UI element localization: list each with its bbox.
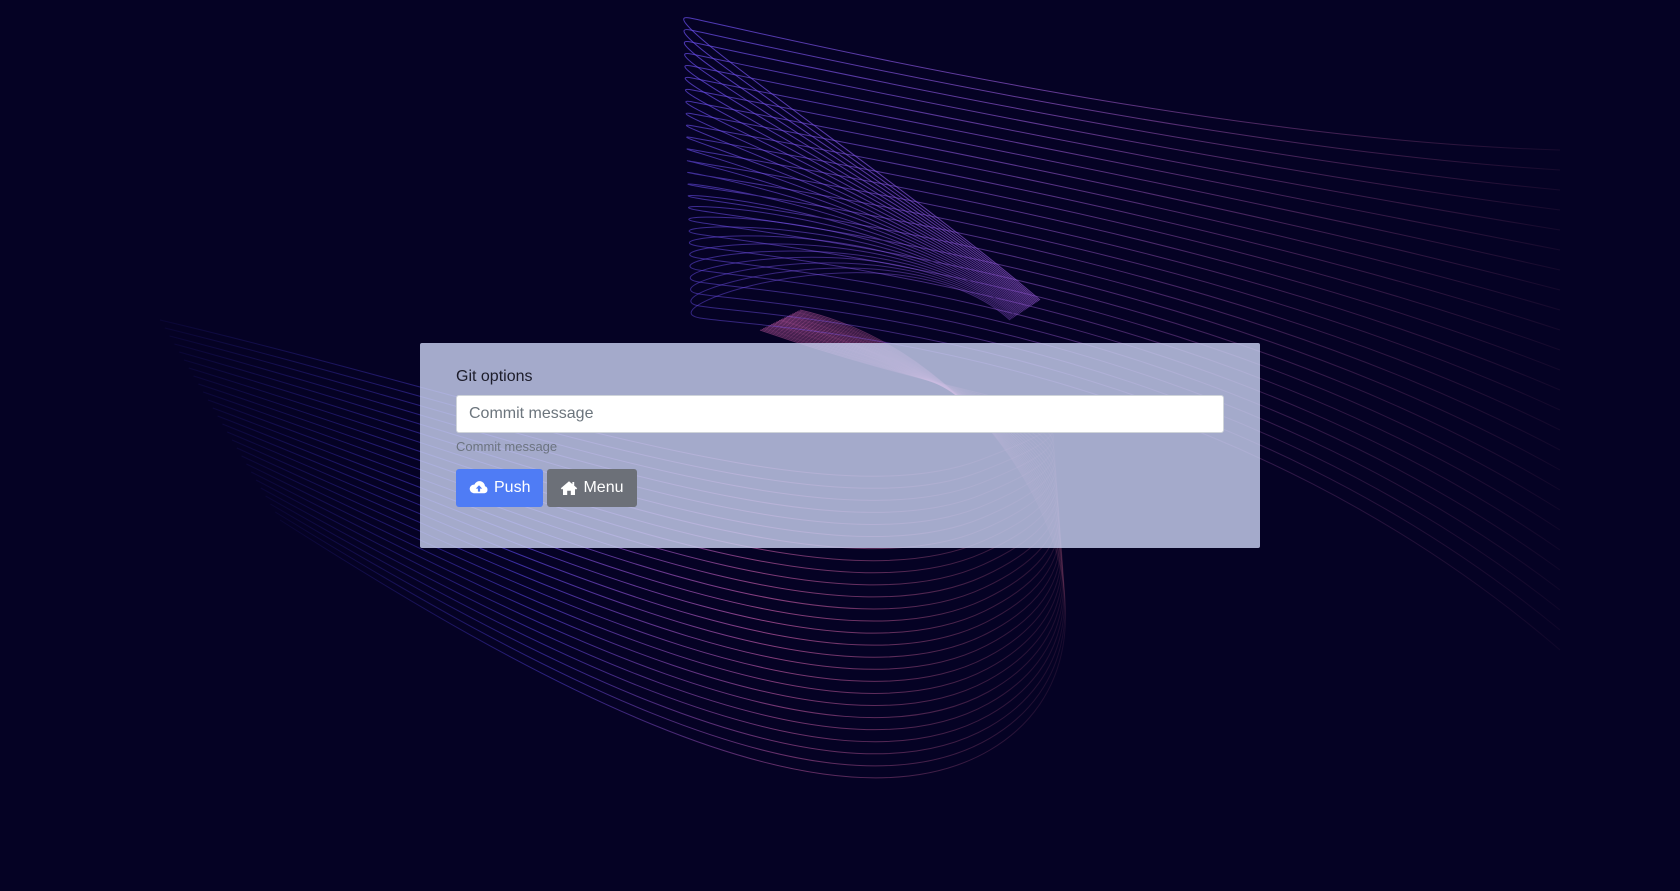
commit-message-help-text: Commit message	[456, 439, 558, 454]
panel-title: Git options	[456, 368, 533, 385]
commit-message-input[interactable]	[456, 395, 1224, 433]
wave-line	[684, 64, 1561, 304]
home-icon	[560, 480, 578, 496]
wave-line	[685, 88, 1561, 306]
upper-wave-lines	[683, 17, 1561, 651]
push-button[interactable]: Push	[456, 469, 544, 507]
git-options-panel: Git options Commit message Push	[420, 343, 1260, 548]
menu-button[interactable]: Menu	[547, 469, 637, 507]
action-buttons: Push Menu	[456, 469, 1224, 507]
wave-line	[685, 124, 1561, 331]
cloud-upload-icon	[469, 480, 489, 496]
wave-line	[686, 136, 1561, 351]
page-background: Git options Commit message Push	[0, 0, 1680, 891]
push-button-label: Push	[494, 479, 531, 496]
wave-line	[684, 76, 1561, 305]
menu-button-label: Menu	[583, 479, 624, 496]
